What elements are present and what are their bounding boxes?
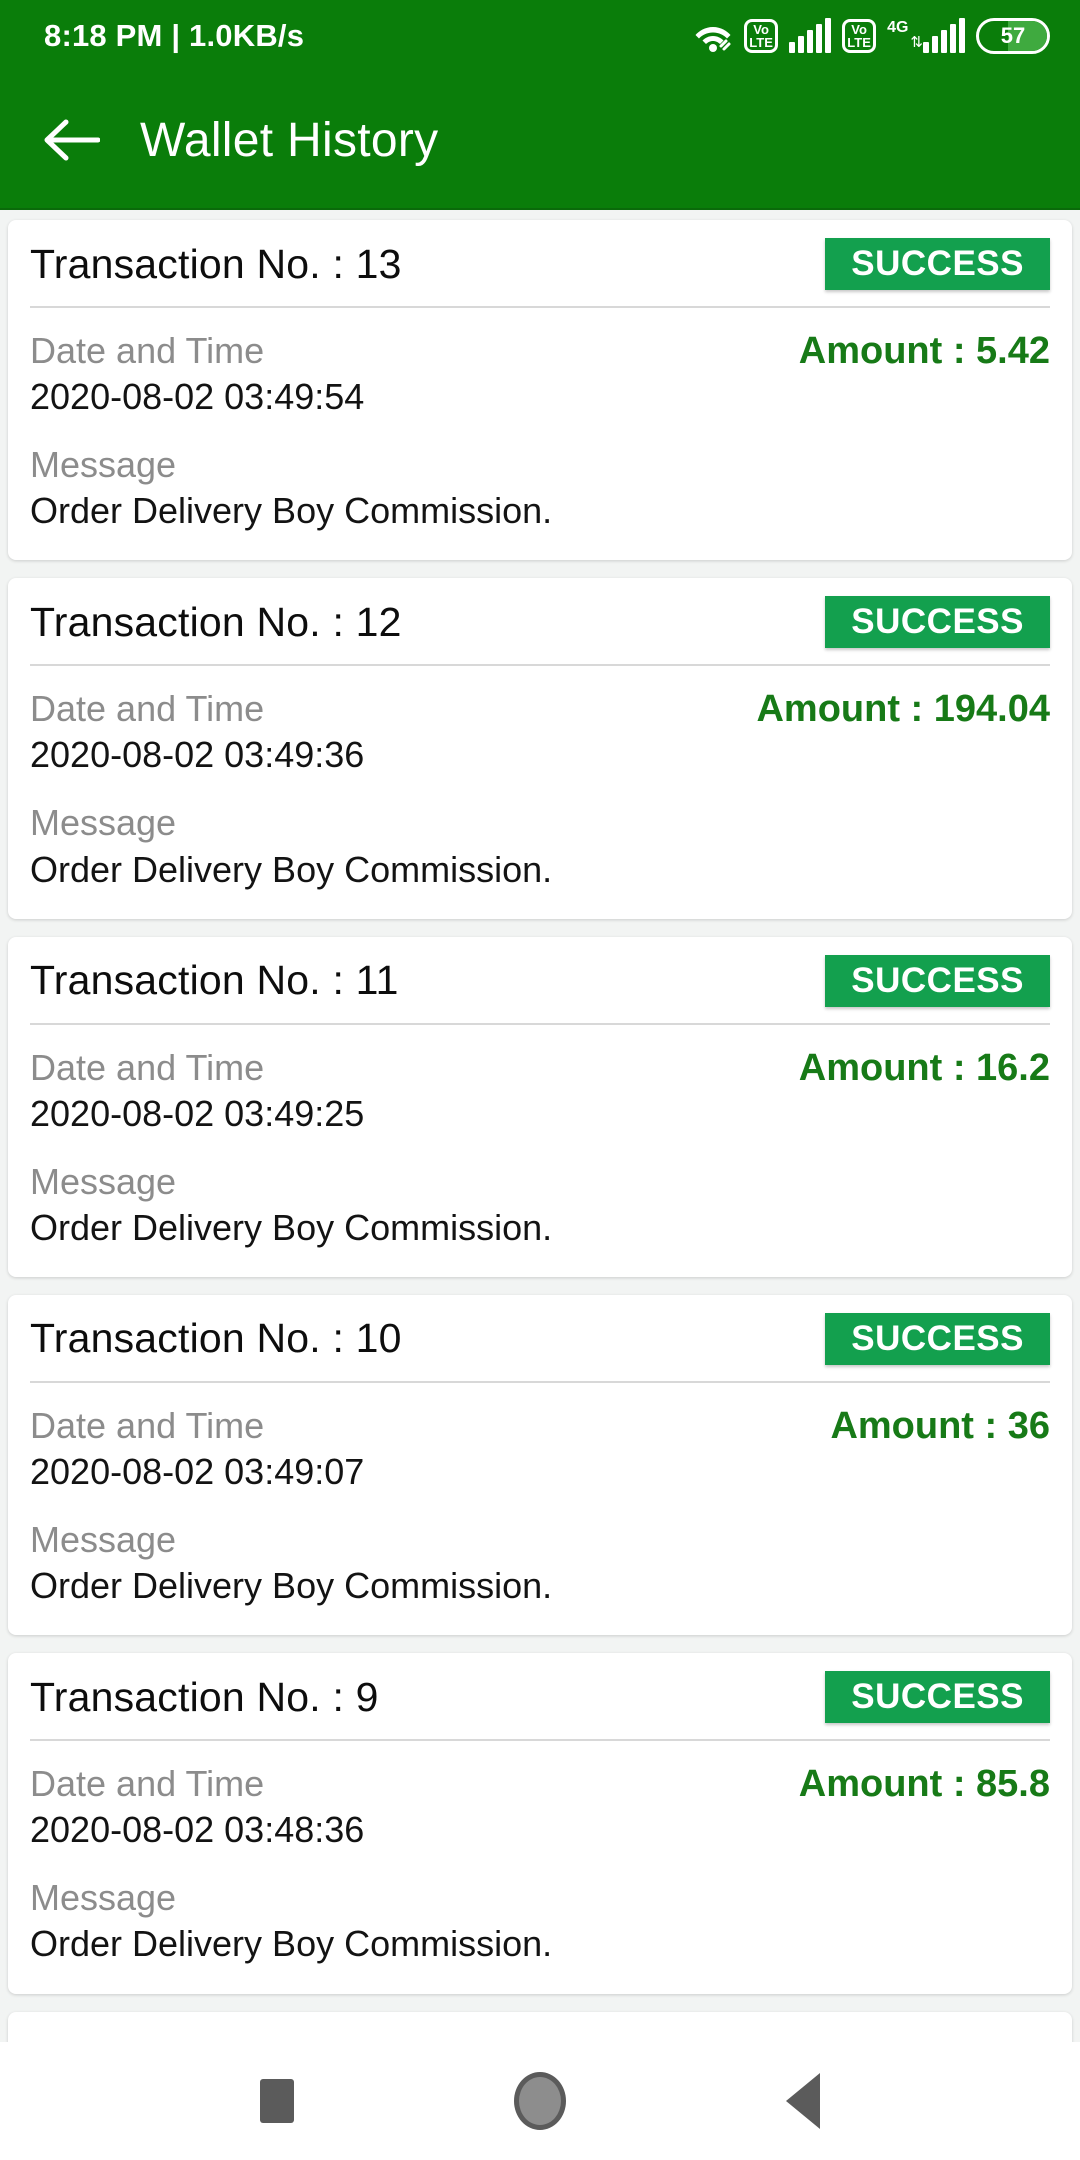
amount-value: Amount : 36 [830, 1404, 1050, 1447]
datetime-block: Date and Time 2020-08-02 03:49:07 [30, 1403, 364, 1495]
message-block: Message Order Delivery Boy Commission. [30, 800, 1050, 892]
card-body: Date and Time 2020-08-02 03:49:54 Amount… [30, 308, 1050, 560]
wifi-icon [693, 19, 733, 53]
datetime-value: 2020-08-02 03:49:07 [30, 1451, 365, 1493]
status-badge: SUCCESS [825, 1312, 1050, 1365]
transaction-title: Transaction No. : 11 [30, 957, 399, 1004]
battery-icon: 57 [976, 18, 1050, 54]
datetime-block: Date and Time 2020-08-02 03:48:36 [30, 1761, 364, 1853]
message-label: Message [30, 802, 177, 844]
amount-value: Amount : 16.2 [798, 1046, 1050, 1089]
message-block: Message Order Delivery Boy Commission. [30, 1875, 1050, 1967]
card-header: Transaction No. : 11 SUCCESS [30, 937, 1050, 1023]
status-badge: SUCCESS [825, 1671, 1050, 1724]
triangle-icon [786, 2073, 820, 2129]
message-value: Order Delivery Boy Commission. [30, 1206, 553, 1248]
status-bar: 8:18 PM | 1.0KB/s Vo LTE Vo LTE 4G ⇅ 57 [0, 0, 1080, 72]
back-button[interactable] [786, 2073, 820, 2129]
message-label: Message [30, 1160, 177, 1202]
transaction-title: Transaction No. : 10 [30, 1315, 402, 1362]
square-icon [260, 2079, 294, 2123]
transaction-title: Transaction No. : 9 [30, 1673, 379, 1720]
message-block: Message Order Delivery Boy Commission. [30, 1517, 1050, 1609]
card-body: Date and Time 2020-08-02 03:49:36 Amount… [30, 666, 1050, 918]
message-block: Message Order Delivery Boy Commission. [30, 1159, 1050, 1251]
datetime-value: 2020-08-02 03:48:36 [30, 1809, 365, 1851]
datetime-value: 2020-08-02 03:49:54 [30, 376, 365, 418]
signal-bars-icon-sim1 [789, 18, 832, 53]
datetime-value: 2020-08-02 03:49:25 [30, 1092, 365, 1134]
message-label: Message [30, 1519, 177, 1561]
datetime-amount-row: Date and Time 2020-08-02 03:48:36 Amount… [30, 1761, 1050, 1853]
transaction-card[interactable]: Transaction No. : 9 SUCCESS Date and Tim… [8, 1653, 1072, 1994]
card-body: Date and Time 2020-08-02 03:49:07 Amount… [30, 1383, 1050, 1635]
message-value: Order Delivery Boy Commission. [30, 848, 553, 890]
datetime-block: Date and Time 2020-08-02 03:49:54 [30, 328, 364, 420]
card-header: Transaction No. : 9 SUCCESS [30, 1653, 1050, 1739]
card-body: Date and Time 2020-08-02 03:48:36 Amount… [30, 1741, 1050, 1993]
card-header: Transaction No. : 12 SUCCESS [30, 578, 1050, 664]
amount-value: Amount : 85.8 [798, 1763, 1050, 1806]
transaction-card[interactable]: Transaction No. : 12 SUCCESS Date and Ti… [8, 578, 1072, 919]
card-header: Transaction No. : 13 SUCCESS [30, 220, 1050, 306]
datetime-label: Date and Time [30, 1404, 265, 1446]
transaction-card[interactable]: Transaction No. : 10 SUCCESS Date and Ti… [8, 1294, 1072, 1636]
volte-bottom-text: LTE [749, 35, 773, 50]
card-body: Date and Time 2020-08-02 03:49:25 Amount… [30, 1025, 1050, 1277]
datetime-block: Date and Time 2020-08-02 03:49:36 [30, 686, 364, 778]
message-value: Order Delivery Boy Commission. [30, 1565, 553, 1607]
battery-percent-text: 57 [1000, 23, 1026, 48]
datetime-amount-row: Date and Time 2020-08-02 03:49:36 Amount… [30, 686, 1050, 778]
message-label: Message [30, 444, 177, 486]
transaction-card[interactable]: Transaction No. : 11 SUCCESS Date and Ti… [8, 936, 1072, 1277]
transaction-title: Transaction No. : 12 [30, 598, 402, 645]
status-time: 8:18 PM | 1.0KB/s [44, 18, 305, 53]
android-nav-bar [0, 2042, 1080, 2160]
back-arrow-icon[interactable] [44, 112, 100, 168]
datetime-label: Date and Time [30, 1046, 265, 1088]
data-arrows-icon: ⇅ [910, 34, 923, 51]
amount-value: Amount : 194.04 [756, 688, 1050, 731]
datetime-value: 2020-08-02 03:49:36 [30, 734, 365, 776]
wallet-history-list[interactable]: Transaction No. : 13 SUCCESS Date and Ti… [0, 210, 1080, 2042]
volte-icon-sim2: Vo LTE [842, 19, 877, 53]
datetime-amount-row: Date and Time 2020-08-02 03:49:07 Amount… [30, 1403, 1050, 1495]
volte-bottom-text-2: LTE [847, 35, 871, 50]
message-label: Message [30, 1877, 177, 1919]
datetime-block: Date and Time 2020-08-02 03:49:25 [30, 1045, 364, 1137]
recents-button[interactable] [260, 2079, 294, 2123]
datetime-label: Date and Time [30, 688, 265, 730]
status-badge: SUCCESS [825, 238, 1050, 290]
volte-icon-sim1: Vo LTE [744, 19, 779, 53]
transaction-card-partial[interactable] [8, 2011, 1072, 2042]
network-label: 4G [887, 19, 909, 36]
signal-bars-icon-sim2 [923, 18, 965, 53]
status-icons: Vo LTE Vo LTE 4G ⇅ 57 [693, 18, 1050, 54]
datetime-label: Date and Time [30, 1763, 265, 1805]
card-header: Transaction No. : 10 SUCCESS [30, 1295, 1050, 1381]
datetime-label: Date and Time [30, 330, 265, 371]
message-value: Order Delivery Boy Commission. [30, 490, 553, 532]
home-button[interactable] [514, 2072, 566, 2130]
amount-value: Amount : 5.42 [798, 330, 1050, 372]
message-value: Order Delivery Boy Commission. [30, 1923, 553, 1965]
circle-icon [514, 2072, 566, 2130]
status-badge: SUCCESS [825, 596, 1050, 649]
transaction-card[interactable]: Transaction No. : 13 SUCCESS Date and Ti… [8, 220, 1072, 561]
datetime-amount-row: Date and Time 2020-08-02 03:49:54 Amount… [30, 328, 1050, 420]
page-title: Wallet History [140, 113, 439, 167]
phone-screen: 8:18 PM | 1.0KB/s Vo LTE Vo LTE 4G ⇅ 57 … [0, 0, 1080, 2160]
app-bar: Wallet History [0, 72, 1080, 210]
message-block: Message Order Delivery Boy Commission. [30, 442, 1050, 534]
transaction-title: Transaction No. : 13 [30, 240, 402, 287]
status-badge: SUCCESS [825, 954, 1050, 1007]
datetime-amount-row: Date and Time 2020-08-02 03:49:25 Amount… [30, 1045, 1050, 1137]
network-4g-icon: 4G ⇅ [887, 18, 965, 53]
